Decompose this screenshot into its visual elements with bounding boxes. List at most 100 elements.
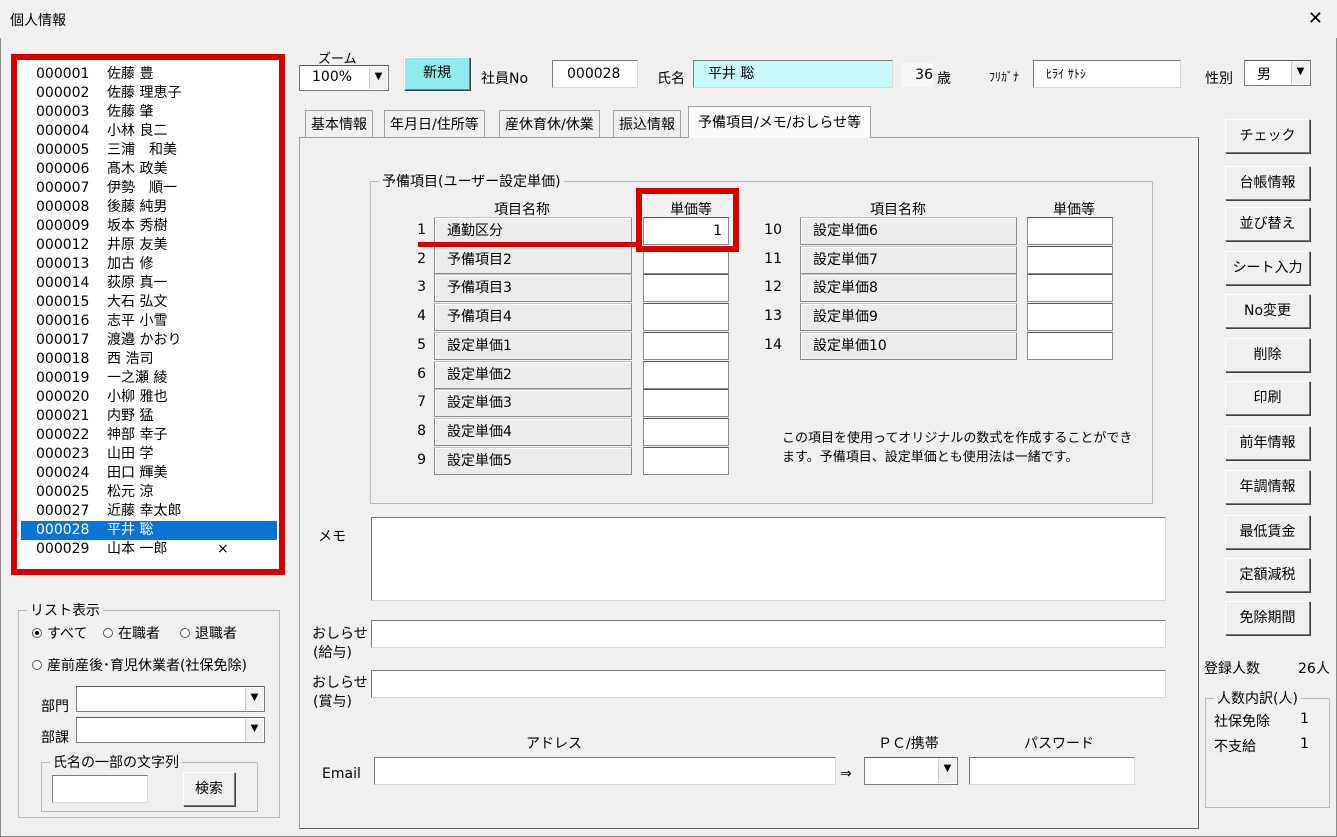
reserve-item-name[interactable]: 設定単価2 bbox=[434, 360, 632, 389]
side-button[interactable]: 免除期間 bbox=[1225, 601, 1310, 635]
side-button[interactable]: 最低賃金 bbox=[1225, 515, 1310, 549]
employee-list-item[interactable]: 000029 山本 一郎 × bbox=[21, 540, 277, 559]
employee-list-item[interactable]: 000022 神部 幸子 bbox=[21, 426, 277, 445]
notice-bonus-input[interactable] bbox=[371, 670, 1166, 698]
reserve-item-price[interactable] bbox=[643, 274, 729, 303]
password-input[interactable] bbox=[969, 757, 1135, 785]
registration-label: 登録人数 bbox=[1204, 661, 1260, 677]
reserve-item-name[interactable]: 設定単価1 bbox=[434, 331, 632, 360]
employee-list-item[interactable]: 000020 小柳 雅也 bbox=[21, 388, 277, 407]
side-button[interactable]: 並び替え bbox=[1225, 207, 1310, 241]
employee-list-item[interactable]: 000005 三浦 和美 bbox=[21, 141, 277, 160]
memo-textarea[interactable] bbox=[371, 517, 1166, 601]
chevron-down-icon[interactable]: ▼ bbox=[245, 719, 263, 741]
employee-list-item[interactable]: 000002 佐藤 理恵子 bbox=[21, 84, 277, 103]
employee-list-item[interactable]: 000019 一之瀬 綾 bbox=[21, 369, 277, 388]
reserve-item-name[interactable]: 設定単価10 bbox=[800, 331, 1017, 360]
reserve-row-number: 12 bbox=[764, 279, 782, 296]
reserve-item-price[interactable] bbox=[1027, 331, 1113, 360]
reserve-item-name[interactable]: 通勤区分 bbox=[434, 217, 632, 245]
reserve-item-price[interactable] bbox=[643, 389, 729, 418]
employee-list-item[interactable]: 000009 坂本 秀樹 bbox=[21, 217, 277, 236]
new-button[interactable]: 新規 bbox=[404, 57, 470, 90]
employee-list-item[interactable]: 000012 井原 友美 bbox=[21, 236, 277, 255]
reserve-item-name[interactable]: 設定単価5 bbox=[434, 446, 632, 475]
notice-salary-label1: おしらせ bbox=[312, 626, 368, 642]
reserve-item-price[interactable] bbox=[643, 303, 729, 332]
employee-list-item[interactable]: 000008 後藤 純男 bbox=[21, 198, 277, 217]
employee-list-item[interactable]: 000017 渡邉 かおり bbox=[21, 331, 277, 350]
employee-list-item[interactable]: 000006 髙木 政美 bbox=[21, 160, 277, 179]
zoom-select[interactable]: 100% ▼ bbox=[299, 65, 389, 91]
reserve-item-name[interactable]: 予備項目4 bbox=[434, 303, 632, 332]
tab-dates-address[interactable]: 年月日/住所等 bbox=[384, 110, 485, 138]
close-icon[interactable]: ✕ bbox=[1308, 8, 1323, 29]
employee-list-item[interactable]: 000025 松元 涼 bbox=[21, 483, 277, 502]
search-button[interactable]: 検索 bbox=[183, 772, 235, 806]
reserve-item-name[interactable]: 設定単価6 bbox=[800, 217, 1017, 245]
chevron-down-icon[interactable]: ▼ bbox=[245, 688, 263, 710]
tab-leave[interactable]: 産休育休/休業 bbox=[499, 110, 600, 138]
device-select[interactable]: ▼ bbox=[864, 757, 958, 785]
side-button[interactable]: 定額減税 bbox=[1225, 558, 1310, 592]
empno-input[interactable]: 000028 bbox=[552, 60, 638, 88]
reserve-item-price[interactable] bbox=[1027, 217, 1113, 245]
email-address-input[interactable] bbox=[374, 757, 836, 785]
radio-all[interactable]: すべて bbox=[32, 623, 87, 643]
radio-leave[interactable]: 産前産後･育児休業者(社保免除) bbox=[32, 655, 247, 675]
employee-list-item[interactable]: 000004 小林 良二 bbox=[21, 122, 277, 141]
reserve-item-price[interactable] bbox=[1027, 274, 1113, 303]
section-select[interactable]: ▼ bbox=[76, 717, 265, 743]
employee-list-item[interactable]: 000018 西 浩司 bbox=[21, 350, 277, 369]
side-button[interactable]: 印刷 bbox=[1225, 381, 1310, 415]
employee-list-item[interactable]: 000014 荻原 真一 bbox=[21, 274, 277, 293]
employee-list-item[interactable]: 000027 近藤 幸太郎 bbox=[21, 502, 277, 521]
name-search-input[interactable] bbox=[52, 775, 148, 803]
employee-list-item[interactable]: 000015 大石 弘文 bbox=[21, 293, 277, 312]
chevron-down-icon[interactable]: ▼ bbox=[938, 759, 956, 783]
tab-basic-info[interactable]: 基本情報 bbox=[305, 110, 373, 138]
side-button[interactable]: 削除 bbox=[1225, 338, 1310, 372]
reserve-item-price[interactable] bbox=[643, 331, 729, 360]
reserve-item-name[interactable]: 設定単価4 bbox=[434, 417, 632, 446]
reserve-item-price[interactable] bbox=[643, 360, 729, 389]
reserve-item-name[interactable]: 設定単価8 bbox=[800, 274, 1017, 303]
radio-active[interactable]: 在職者 bbox=[103, 623, 160, 643]
chevron-down-icon[interactable]: ▼ bbox=[1291, 62, 1309, 84]
reserve-item-price[interactable] bbox=[643, 417, 729, 446]
reserve-item-price[interactable] bbox=[1027, 303, 1113, 332]
employee-list-item[interactable]: 000028 平井 聡 bbox=[21, 521, 277, 540]
employee-list-item[interactable]: 000003 佐藤 肇 bbox=[21, 103, 277, 122]
reserve-item-name[interactable]: 予備項目3 bbox=[434, 274, 632, 303]
employee-list-item[interactable]: 000007 伊勢 順一 bbox=[21, 179, 277, 198]
radio-retired[interactable]: 退職者 bbox=[180, 623, 237, 643]
employee-list-item[interactable]: 000001 佐藤 豊 bbox=[21, 65, 277, 84]
chevron-down-icon[interactable]: ▼ bbox=[369, 67, 387, 89]
reserve-item-name[interactable]: 予備項目2 bbox=[434, 245, 632, 274]
reserve-item-price[interactable] bbox=[1027, 245, 1113, 274]
side-button[interactable]: チェック bbox=[1225, 119, 1310, 153]
name-input[interactable]: 平井 聡 bbox=[693, 60, 893, 88]
furigana-input[interactable]: ﾋﾗｲ ｻﾄｼ bbox=[1033, 60, 1181, 88]
side-button[interactable]: 前年情報 bbox=[1225, 426, 1310, 460]
side-button[interactable]: シート入力 bbox=[1225, 251, 1310, 285]
dept-select[interactable]: ▼ bbox=[76, 686, 265, 712]
notice-salary-input[interactable] bbox=[371, 620, 1166, 648]
password-header: パスワード bbox=[1024, 736, 1094, 752]
tab-transfer[interactable]: 振込情報 bbox=[613, 110, 681, 138]
employee-list-item[interactable]: 000016 志平 小雪 bbox=[21, 312, 277, 331]
reserve-item-name[interactable]: 設定単価7 bbox=[800, 245, 1017, 274]
side-button[interactable]: No変更 bbox=[1225, 294, 1310, 328]
side-button[interactable]: 台帳情報 bbox=[1225, 166, 1310, 200]
tab-reserve-memo-notice[interactable]: 予備項目/メモ/おしらせ等 bbox=[688, 106, 872, 138]
reserve-item-price[interactable] bbox=[643, 446, 729, 475]
side-button[interactable]: 年調情報 bbox=[1225, 470, 1310, 504]
employee-list-item[interactable]: 000021 内野 猛 bbox=[21, 407, 277, 426]
employee-list-item[interactable]: 000024 田口 輝美 bbox=[21, 464, 277, 483]
gender-select[interactable]: 男 ▼ bbox=[1244, 60, 1311, 86]
reserve-item-name[interactable]: 設定単価9 bbox=[800, 303, 1017, 332]
employee-list[interactable]: 000001 佐藤 豊 000002 佐藤 理恵子 000003 佐藤 肇 000004 小林… bbox=[11, 54, 285, 575]
employee-list-item[interactable]: 000013 加古 修 bbox=[21, 255, 277, 274]
employee-list-item[interactable]: 000023 山田 学 bbox=[21, 445, 277, 464]
reserve-item-name[interactable]: 設定単価3 bbox=[434, 389, 632, 418]
